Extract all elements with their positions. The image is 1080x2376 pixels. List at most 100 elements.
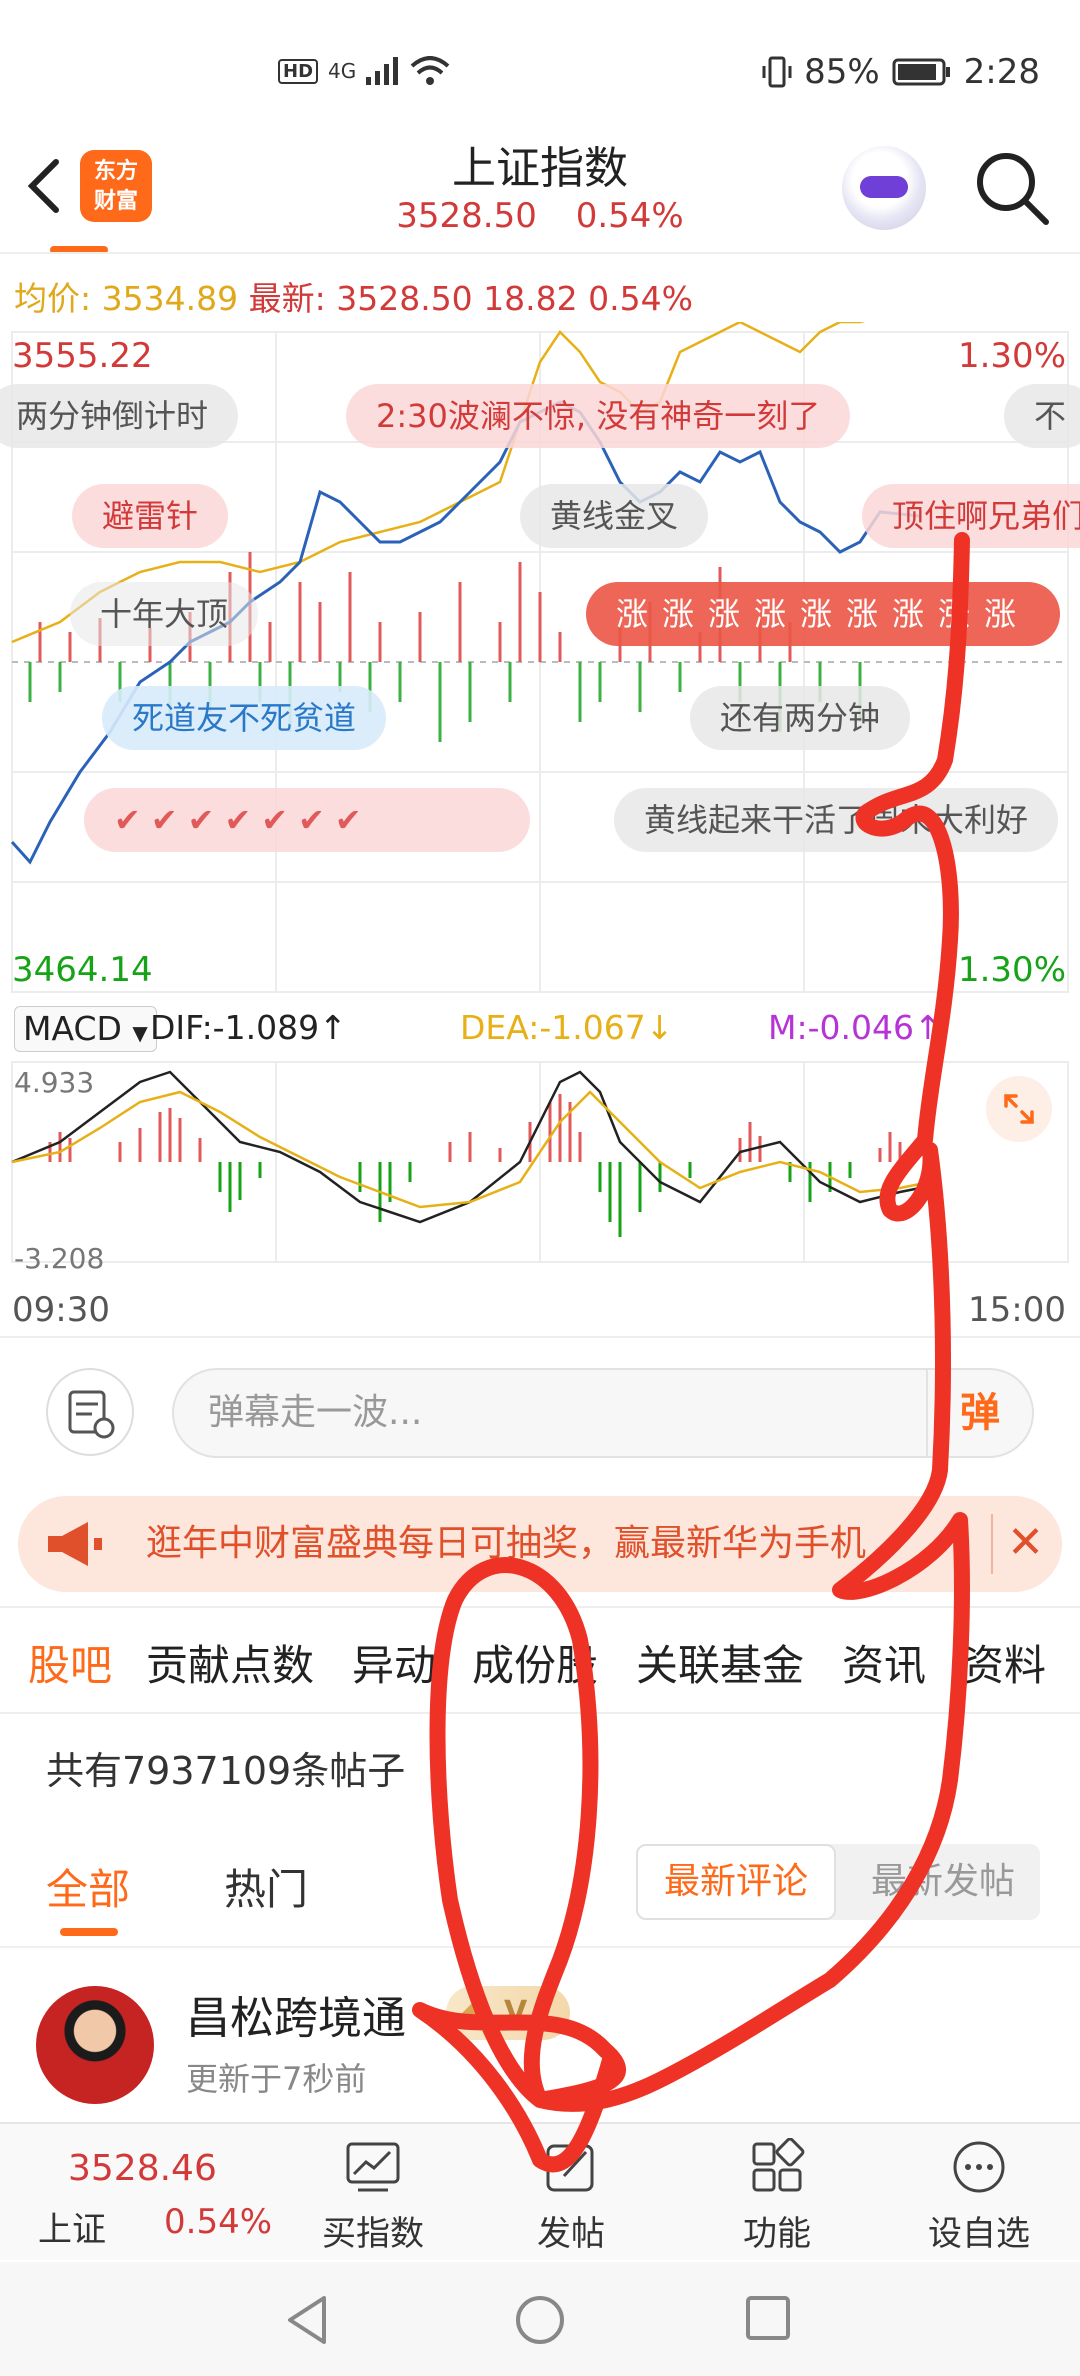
change-pct: 0.54%: [588, 279, 694, 318]
functions-label: 功能: [743, 2214, 811, 2254]
sort-toggle: 最新评论 最新发帖: [636, 1844, 1040, 1920]
promo-notice-text: 逛年中财富盛典每日可抽奖，赢最新华为手机: [146, 1523, 867, 1564]
chart-high-price: 3555.22: [12, 336, 153, 376]
chart-high-pct: 1.30%: [957, 336, 1066, 376]
grid-icon: [752, 2137, 805, 2192]
divider: [0, 1946, 1080, 1948]
post-username[interactable]: 昌松跨境通: [186, 1982, 406, 2046]
chart-low-price: 3464.14: [12, 950, 153, 990]
edit-icon: [546, 2144, 594, 2192]
subtab-all[interactable]: 全部: [46, 1856, 130, 1917]
status-right: 85% 2:28: [762, 52, 1040, 92]
more-circle-icon: [953, 2141, 1005, 2193]
status-left: HD 4G: [278, 56, 450, 86]
tab-constituents[interactable]: 成份股: [472, 1632, 598, 1693]
wifi-icon: [410, 56, 450, 85]
macd-axis-bottom: -3.208: [14, 1242, 105, 1275]
danmaku-bubble[interactable]: 避雷针: [72, 484, 229, 548]
danmaku-comment-bar: 弹幕走一波... 弹: [0, 1352, 1080, 1476]
danmaku-bubble[interactable]: 黄线金叉: [520, 484, 709, 548]
tab-profile[interactable]: 资料: [962, 1632, 1046, 1693]
trend-chart-icon: [346, 2142, 400, 2192]
danmaku-bubble[interactable]: 涨涨涨涨涨涨涨涨涨: [586, 582, 1061, 646]
tab-contribution[interactable]: 贡献点数: [146, 1632, 314, 1693]
danmaku-settings-icon: [68, 1390, 115, 1439]
post-filter-tabs: 全部 热门 最新评论 最新发帖: [0, 1836, 1080, 1936]
sort-latest-post-button[interactable]: 最新发帖: [846, 1844, 1040, 1920]
danmaku-bubble[interactable]: 死道友不死贫道: [102, 686, 387, 750]
divider: [0, 1712, 1080, 1714]
time-axis-end: 15:00: [968, 1290, 1066, 1330]
status-bar: HD 4G 85% 2:28: [0, 0, 1080, 140]
add-watchlist-button[interactable]: 设自选: [904, 2138, 1054, 2255]
close-notice-button[interactable]: ✕: [991, 1514, 1044, 1574]
vip-badge: V: [446, 1986, 570, 2040]
danmaku-bubble[interactable]: 顶住啊兄弟们: [862, 484, 1080, 548]
create-post-button[interactable]: 发帖: [496, 2138, 646, 2255]
vibrate-icon: [762, 56, 792, 88]
nav-home-icon[interactable]: [512, 2292, 568, 2348]
macd-dea: DEA:-1.067↓: [460, 1008, 674, 1047]
nav-recents-icon[interactable]: [744, 2294, 792, 2342]
danmaku-settings-button[interactable]: [46, 1368, 134, 1456]
system-nav-bar: [0, 2262, 1080, 2376]
danmaku-thumbs-bubble[interactable]: ✔✔✔✔✔✔✔: [84, 788, 530, 852]
post-count: 共有7937109条帖子: [46, 1749, 406, 1793]
macd-m: M:-0.046↑: [768, 1008, 942, 1047]
chart-low-pct: 1.30%: [957, 950, 1066, 990]
assistant-robot-icon[interactable]: [842, 146, 926, 230]
signal-icon: [366, 57, 399, 85]
indicator-select-label: MACD: [23, 1009, 122, 1048]
danmaku-bubble[interactable]: 两分钟倒计时: [0, 384, 239, 448]
danmaku-bubble[interactable]: 还有两分钟: [690, 686, 911, 750]
danmaku-bubble[interactable]: 黄线起来干活了周末大利好: [614, 788, 1059, 852]
macd-dea-line: [11, 1090, 921, 1209]
danmaku-input[interactable]: 弹幕走一波... 弹: [172, 1368, 1034, 1458]
buy-index-button[interactable]: 买指数: [298, 2138, 448, 2255]
hd-icon: HD: [278, 58, 319, 84]
danmaku-bubble[interactable]: 十年大顶: [70, 582, 259, 646]
danmaku-bubble[interactable]: 2:30波澜不惊, 没有神奇一刻了: [346, 384, 851, 448]
buy-index-label: 买指数: [322, 2214, 424, 2254]
divider: [0, 252, 1080, 254]
tab-related-funds[interactable]: 关联基金: [636, 1632, 804, 1693]
content-tabs: 股吧 贡献点数 异动 成份股 关联基金 资讯 资料: [0, 1620, 1080, 1710]
search-button[interactable]: [970, 146, 1054, 230]
intraday-chart[interactable]: 两分钟倒计时 2:30波澜不惊, 没有神奇一刻了 不 避雷针 黄线金叉 顶住啊兄…: [0, 322, 1080, 1332]
macd-dif: DIF:-1.089↑: [150, 1008, 347, 1047]
network-label: 4G: [328, 59, 357, 83]
nav-back-icon[interactable]: [282, 2292, 332, 2348]
avatar[interactable]: [36, 1986, 154, 2104]
clock: 2:28: [963, 52, 1040, 92]
expand-chart-button[interactable]: [986, 1076, 1052, 1142]
bottom-change-pct: 0.54%: [164, 2202, 273, 2242]
latest-label: 最新:: [248, 279, 326, 318]
bottom-price: 3528.46: [68, 2148, 217, 2189]
tab-guba[interactable]: 股吧: [28, 1632, 112, 1693]
expand-icon: [1004, 1094, 1034, 1124]
bottom-index-name: 上证: [38, 2210, 106, 2250]
latest-value: 3528.50: [336, 279, 473, 318]
macd-axis-top: 4.933: [14, 1066, 95, 1099]
tab-anomaly[interactable]: 异动: [352, 1632, 436, 1693]
tab-news[interactable]: 资讯: [842, 1632, 926, 1693]
megaphone-icon: [48, 1522, 102, 1566]
functions-button[interactable]: 功能: [702, 2137, 852, 2255]
danmaku-bubble[interactable]: 不: [1004, 384, 1080, 448]
header-change-pct: 0.54%: [575, 196, 684, 236]
avg-value: 3534.89: [101, 279, 239, 318]
search-icon: [977, 153, 1049, 225]
divider: [0, 1606, 1080, 1608]
change-value: 18.82: [483, 279, 578, 318]
subtab-hot[interactable]: 热门: [224, 1856, 308, 1917]
danmaku-toggle-button[interactable]: 弹: [926, 1370, 1032, 1456]
indicator-select[interactable]: MACD ▼: [14, 1006, 157, 1052]
time-axis-start: 09:30: [12, 1290, 110, 1330]
dropdown-arrow-icon: ▼: [132, 1021, 148, 1045]
post-item[interactable]: 昌松跨境通 V 更新于7秒前: [0, 1960, 1080, 2120]
avg-label: 均价:: [14, 279, 92, 318]
promo-notice[interactable]: 逛年中财富盛典每日可抽奖，赢最新华为手机 ✕: [18, 1496, 1062, 1592]
header-price: 3528.50: [396, 196, 537, 236]
post-updated-time: 更新于7秒前: [186, 2060, 367, 2098]
sort-latest-comment-button[interactable]: 最新评论: [636, 1844, 836, 1920]
